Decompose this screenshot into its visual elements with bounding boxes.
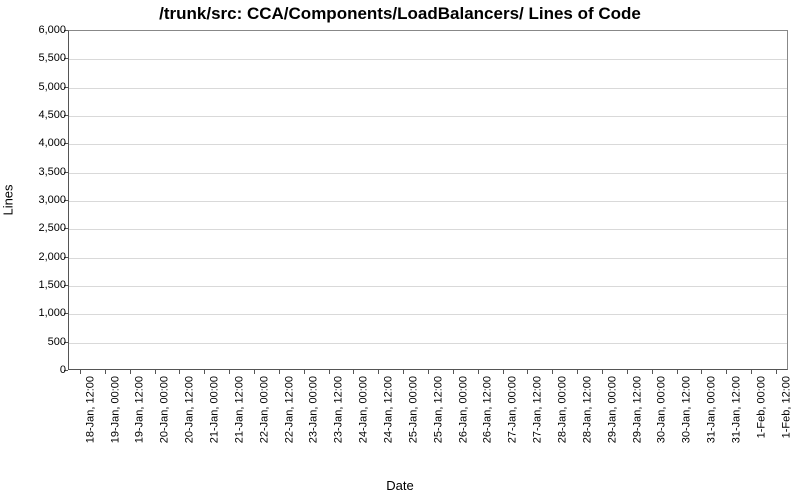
- plot-area: [68, 30, 788, 370]
- x-tickmark: [403, 370, 404, 374]
- x-tickmark: [453, 370, 454, 374]
- gridline-h: [69, 201, 787, 202]
- chart-container: /trunk/src: CCA/Components/LoadBalancers…: [0, 0, 800, 500]
- x-tickmark: [204, 370, 205, 374]
- y-tick-label: 3,500: [6, 166, 66, 178]
- chart-title: /trunk/src: CCA/Components/LoadBalancers…: [0, 4, 800, 24]
- x-tickmark: [602, 370, 603, 374]
- x-tickmark: [254, 370, 255, 374]
- gridline-h: [69, 229, 787, 230]
- gridline-h: [69, 258, 787, 259]
- x-tickmark: [353, 370, 354, 374]
- gridline-h: [69, 144, 787, 145]
- x-tickmark: [503, 370, 504, 374]
- y-tick-label: 1,000: [6, 307, 66, 319]
- gridline-h: [69, 343, 787, 344]
- x-tickmark: [279, 370, 280, 374]
- y-tick-label: 500: [6, 336, 66, 348]
- x-tickmark: [751, 370, 752, 374]
- x-tickmark: [378, 370, 379, 374]
- y-tick-label: 1,500: [6, 279, 66, 291]
- x-tickmark: [701, 370, 702, 374]
- x-tickmark: [677, 370, 678, 374]
- x-tickmark: [80, 370, 81, 374]
- x-tickmark: [552, 370, 553, 374]
- x-tickmark: [304, 370, 305, 374]
- y-tick-label: 5,000: [6, 81, 66, 93]
- x-tickmark: [627, 370, 628, 374]
- gridline-h: [69, 314, 787, 315]
- y-tick-label: 5,500: [6, 52, 66, 64]
- x-tickmark: [652, 370, 653, 374]
- y-tick-label: 3,000: [6, 194, 66, 206]
- x-tickmark: [105, 370, 106, 374]
- x-tickmark: [478, 370, 479, 374]
- x-tickmark: [130, 370, 131, 374]
- y-tick-label: 0: [6, 364, 66, 376]
- x-tickmark: [577, 370, 578, 374]
- x-tickmark: [229, 370, 230, 374]
- gridline-h: [69, 59, 787, 60]
- y-tick-label: 4,000: [6, 137, 66, 149]
- y-tick-label: 4,500: [6, 109, 66, 121]
- y-tick-label: 2,500: [6, 222, 66, 234]
- x-tickmark: [428, 370, 429, 374]
- y-tick-label: 6,000: [6, 24, 66, 36]
- x-tickmark: [726, 370, 727, 374]
- x-axis-label: Date: [0, 478, 800, 493]
- y-tick-label: 2,000: [6, 251, 66, 263]
- gridline-h: [69, 286, 787, 287]
- x-tickmark: [329, 370, 330, 374]
- x-tickmark: [179, 370, 180, 374]
- x-tickmark: [527, 370, 528, 374]
- x-tickmark: [776, 370, 777, 374]
- gridline-h: [69, 173, 787, 174]
- gridline-h: [69, 88, 787, 89]
- gridline-h: [69, 116, 787, 117]
- x-tickmark: [155, 370, 156, 374]
